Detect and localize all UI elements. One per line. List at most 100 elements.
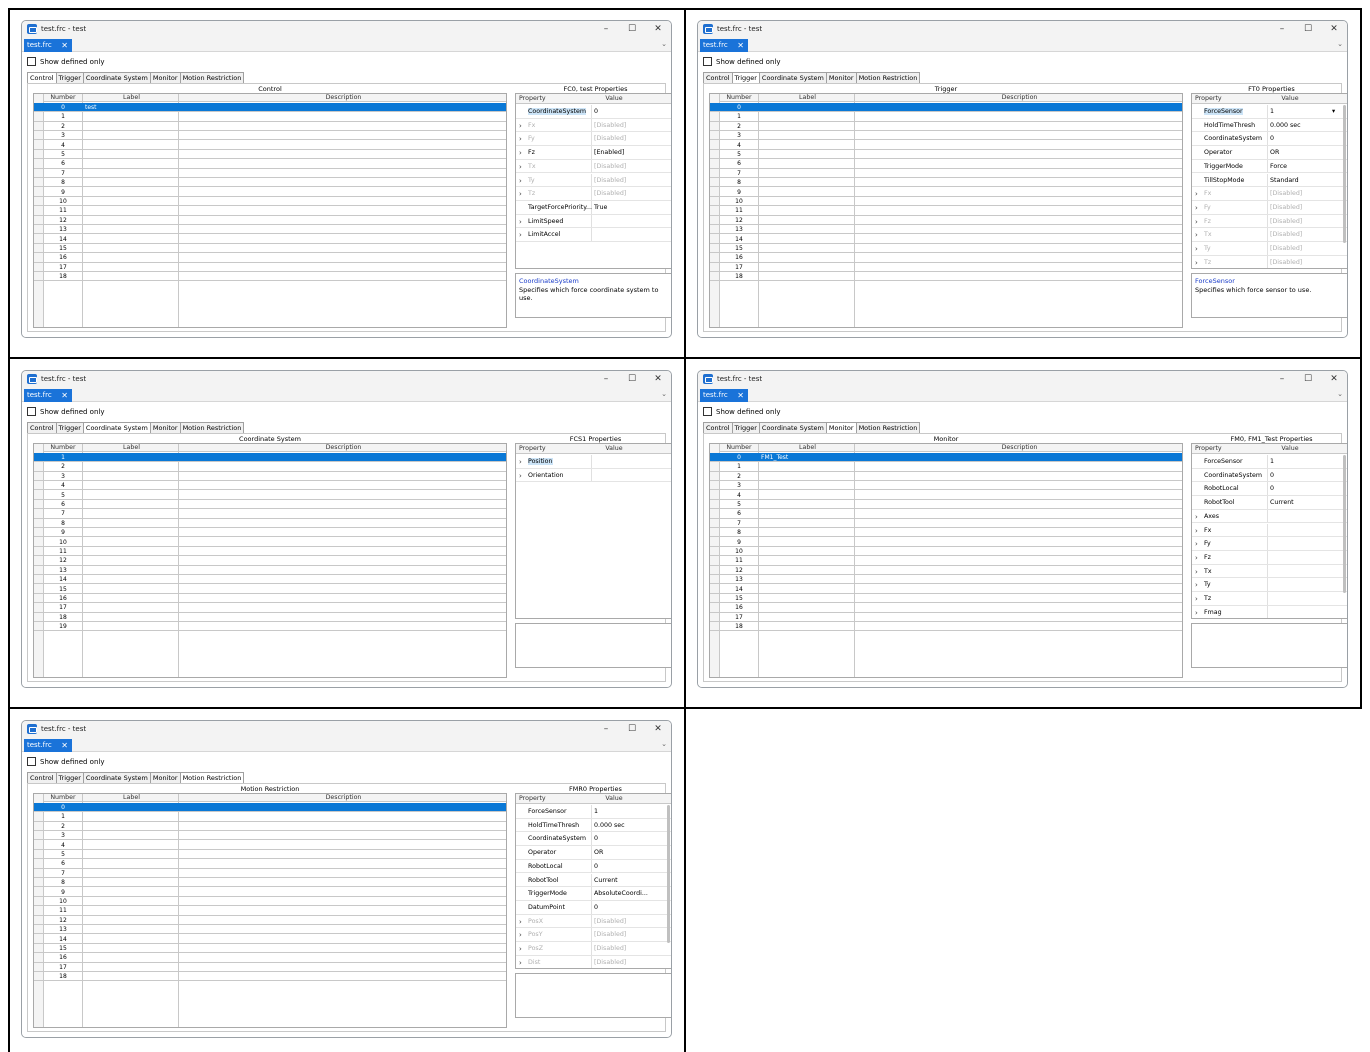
property-row[interactable]: › Tz [1192, 592, 1347, 606]
property-row[interactable]: HoldTimeThresh 0.000 sec [516, 818, 671, 833]
table-row[interactable]: 3 [34, 131, 506, 141]
table-row[interactable]: 11 [34, 206, 506, 216]
property-value[interactable]: [Disabled] [594, 190, 626, 197]
property-row[interactable]: RobotTool Current [516, 873, 671, 888]
table-row[interactable]: 4 [34, 481, 506, 491]
property-row[interactable]: CoordinateSystem 0 [1192, 132, 1347, 147]
table-row[interactable]: 18 [34, 272, 506, 282]
property-value[interactable]: Force [1270, 163, 1287, 170]
table-row[interactable]: 13 [710, 225, 1182, 235]
property-row[interactable]: TriggerMode AbsoluteCoordi... [516, 887, 671, 901]
close-button[interactable]: ✕ [644, 22, 671, 36]
table-row[interactable]: 8 [710, 528, 1182, 538]
property-value[interactable]: [Disabled] [594, 177, 626, 184]
table-row[interactable]: 10 [710, 197, 1182, 207]
property-row[interactable]: RobotLocal 0 [1192, 482, 1347, 497]
property-value[interactable]: AbsoluteCoordi... [594, 890, 648, 897]
table-row[interactable]: 5 [34, 491, 506, 500]
table-row[interactable]: 15 [710, 594, 1182, 604]
chevron-down-icon[interactable]: ⌄ [1337, 40, 1343, 48]
table-row[interactable]: 15 [34, 244, 506, 254]
file-tab[interactable]: test.frc ✕ [24, 739, 72, 752]
property-row[interactable]: › Fx [1192, 523, 1347, 538]
table-row[interactable]: 18 [34, 613, 506, 623]
header-label[interactable]: Label [760, 444, 855, 452]
property-row[interactable]: TargetForcePriority... True [516, 200, 671, 215]
table-row[interactable]: 7 [34, 509, 506, 519]
table-row[interactable]: 15 [34, 585, 506, 594]
property-value[interactable]: 0.000 sec [1270, 122, 1301, 129]
table-row[interactable]: 2 [34, 462, 506, 472]
table-row[interactable]: 7 [710, 169, 1182, 179]
table-row[interactable]: 9 [34, 888, 506, 897]
property-row[interactable]: › LimitSpeed [516, 214, 671, 229]
expand-chevron-icon[interactable]: › [1195, 540, 1198, 548]
header-number[interactable]: Number [720, 94, 758, 102]
table-row[interactable]: 17 [710, 263, 1182, 273]
table-row[interactable]: 14 [710, 235, 1182, 244]
property-row[interactable]: › PosX [Disabled] [516, 914, 671, 929]
row-label[interactable]: test [85, 103, 175, 112]
table-row[interactable]: 12 [34, 216, 506, 226]
chevron-down-icon[interactable]: ⌄ [661, 40, 667, 48]
table-row[interactable]: 4 [710, 491, 1182, 500]
property-value[interactable]: 0 [594, 108, 598, 115]
table-row[interactable]: 8 [34, 178, 506, 188]
header-label[interactable]: Label [84, 794, 179, 802]
expand-chevron-icon[interactable]: › [519, 135, 522, 143]
expand-chevron-icon[interactable]: › [519, 458, 522, 466]
property-value[interactable]: 0 [1270, 485, 1274, 492]
close-button[interactable]: ✕ [644, 722, 671, 736]
table-row[interactable]: 5 [710, 500, 1182, 510]
property-row[interactable]: › Tz [Disabled] [1192, 255, 1347, 268]
chevron-down-icon[interactable]: ⌄ [661, 390, 667, 398]
table-row[interactable]: 13 [710, 575, 1182, 585]
table-row[interactable]: 3 [34, 472, 506, 482]
table-row[interactable]: 9 [710, 188, 1182, 197]
property-row[interactable]: TillStopMode Standard [1192, 173, 1347, 188]
table-row[interactable]: 13 [34, 225, 506, 235]
table-row[interactable]: 7 [710, 519, 1182, 529]
file-tab[interactable]: test.frc ✕ [24, 39, 72, 52]
property-row[interactable]: TriggerMode Force [1192, 159, 1347, 174]
maximize-button[interactable]: ☐ [618, 722, 646, 736]
checkbox-box[interactable] [27, 57, 36, 66]
property-row[interactable]: › Fz [Enabled] [516, 146, 671, 160]
table-row[interactable]: 16 [710, 253, 1182, 263]
property-row[interactable]: › LimitAccel [516, 228, 671, 242]
table-row[interactable]: 11 [710, 556, 1182, 566]
file-tab[interactable]: test.frc ✕ [700, 39, 748, 52]
expand-chevron-icon[interactable]: › [519, 122, 522, 130]
property-value[interactable]: 1 [594, 808, 598, 815]
expand-chevron-icon[interactable]: › [1195, 245, 1198, 253]
property-row[interactable]: › Fy [Disabled] [1192, 200, 1347, 215]
property-value[interactable]: OR [594, 849, 603, 856]
expand-chevron-icon[interactable]: › [519, 149, 522, 157]
property-row[interactable]: Operator OR [516, 846, 671, 860]
header-number[interactable]: Number [44, 794, 82, 802]
property-value[interactable]: True [594, 204, 607, 211]
property-value[interactable]: 1 [1270, 108, 1274, 115]
table-row[interactable]: 16 [710, 603, 1182, 613]
property-row[interactable]: ForceSensor 1 ▾ [1192, 105, 1347, 119]
property-value[interactable]: [Disabled] [594, 945, 626, 952]
expand-chevron-icon[interactable]: › [1195, 259, 1198, 267]
expand-chevron-icon[interactable]: › [1195, 218, 1198, 226]
expand-chevron-icon[interactable]: › [519, 918, 522, 926]
property-row[interactable]: › Tx [1192, 564, 1347, 579]
table-row[interactable]: 0 [710, 103, 1182, 113]
table-row[interactable]: 7 [34, 169, 506, 179]
close-icon[interactable]: ✕ [61, 39, 68, 52]
table-row[interactable]: 11 [34, 906, 506, 916]
expand-chevron-icon[interactable]: › [519, 931, 522, 939]
file-tab[interactable]: test.frc ✕ [24, 389, 72, 402]
property-scrollbar[interactable] [667, 805, 670, 943]
property-row[interactable]: DatumPoint 0 [516, 900, 671, 915]
property-value[interactable]: 0 [1270, 472, 1274, 479]
maximize-button[interactable]: ☐ [618, 22, 646, 36]
property-row[interactable]: › PosZ [Disabled] [516, 942, 671, 956]
close-icon[interactable]: ✕ [737, 389, 744, 402]
table-row[interactable]: 5 [34, 850, 506, 860]
expand-chevron-icon[interactable]: › [519, 190, 522, 198]
table-row[interactable]: 11 [34, 547, 506, 557]
